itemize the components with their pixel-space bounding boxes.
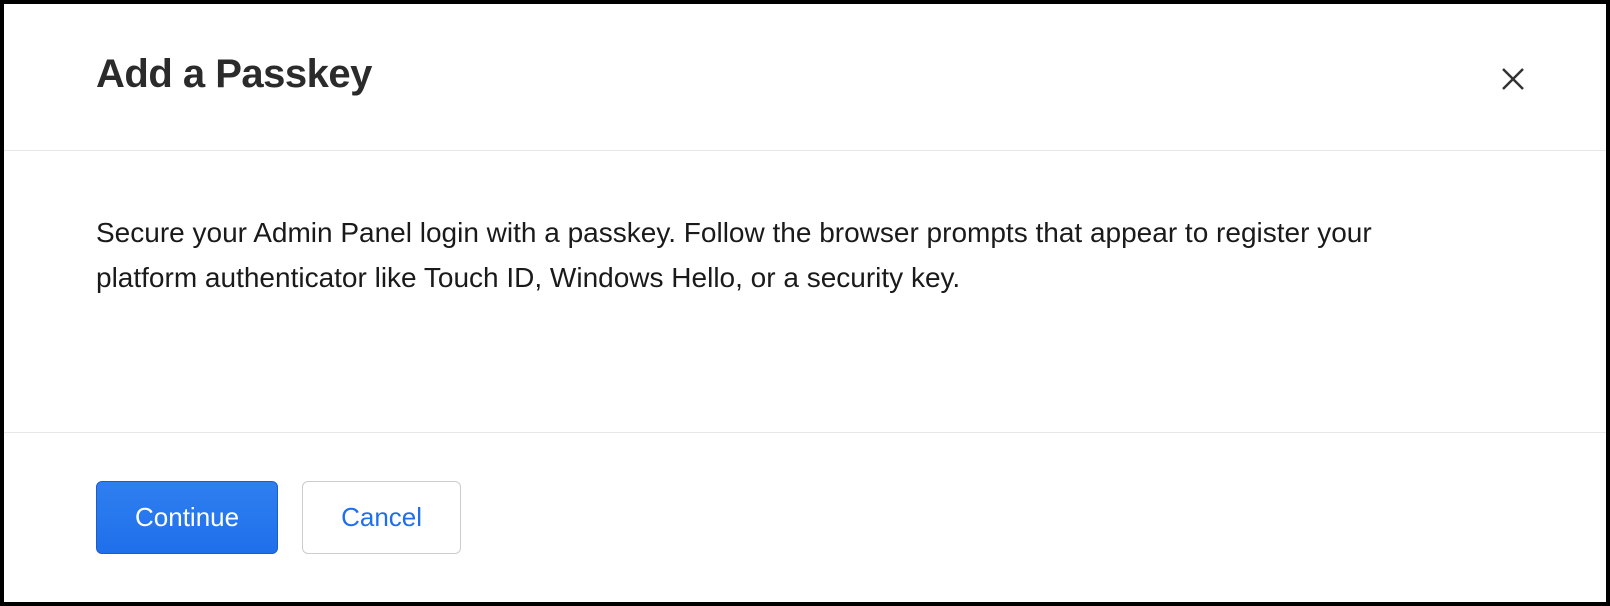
dialog-footer: Continue Cancel bbox=[4, 433, 1606, 602]
close-icon bbox=[1498, 64, 1528, 94]
close-button[interactable] bbox=[1490, 56, 1536, 102]
cancel-button[interactable]: Cancel bbox=[302, 481, 461, 554]
dialog-header: Add a Passkey bbox=[4, 4, 1606, 151]
add-passkey-dialog: Add a Passkey Secure your Admin Panel lo… bbox=[0, 0, 1610, 606]
dialog-body: Secure your Admin Panel login with a pas… bbox=[4, 151, 1606, 433]
continue-button[interactable]: Continue bbox=[96, 481, 278, 554]
dialog-title: Add a Passkey bbox=[96, 52, 372, 97]
dialog-description: Secure your Admin Panel login with a pas… bbox=[96, 211, 1456, 301]
